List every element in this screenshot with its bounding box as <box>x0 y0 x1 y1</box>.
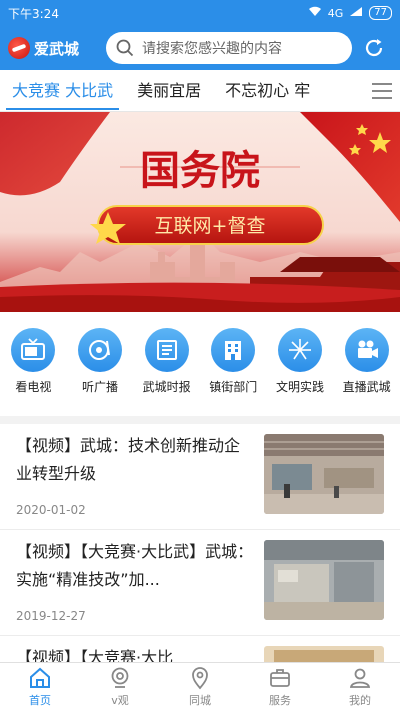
grid-item-civilization[interactable]: 文明实践 <box>269 328 331 416</box>
banner-subtitle: 互联网+督查 <box>155 215 266 237</box>
banner-image: 国务院 互联网+督查 <box>0 112 400 312</box>
news-item[interactable]: 【视频】【大竞赛·大比武】武城：实施“精准技改”加... 2019-12-27 <box>0 530 400 636</box>
nav-label: 服务 <box>269 694 291 707</box>
grid-label: 看电视 <box>15 380 52 394</box>
status-time: 下午3:24 <box>8 6 59 21</box>
news-title: 【视频】武城：技术创新推动企业转型升级 <box>16 436 241 483</box>
tab-original-aspiration[interactable]: 不忘初心 牢 <box>213 70 322 111</box>
nav-home[interactable]: 首页 <box>0 663 80 711</box>
nav-label: 首页 <box>29 694 51 707</box>
nav-v-view[interactable]: v观 <box>80 663 160 711</box>
news-title: 【视频】【大竞赛·大比武】武城：实施“精准技改”加... <box>16 542 254 589</box>
tab-competition[interactable]: 大竞赛 大比武 <box>0 70 125 111</box>
radio-icon <box>77 328 122 372</box>
news-thumbnail <box>264 434 384 514</box>
signal-icon <box>349 6 363 20</box>
grid-item-live[interactable]: 直播武城 <box>336 328 398 416</box>
bottom-nav: 首页 v观 同城 服务 我的 <box>0 662 400 711</box>
nav-local[interactable]: 同城 <box>160 663 240 711</box>
home-icon <box>30 667 50 688</box>
banner-carousel[interactable]: 国务院 互联网+督查 <box>0 112 400 312</box>
refresh-icon <box>365 39 383 57</box>
location-pin-icon <box>192 667 208 690</box>
grid-label: 镇街部门 <box>209 380 258 394</box>
news-thumbnail <box>264 540 384 620</box>
grid-label: 武城时报 <box>142 380 191 394</box>
nav-services[interactable]: 服务 <box>240 663 320 711</box>
nav-label: v观 <box>111 694 129 707</box>
search-icon <box>116 39 134 57</box>
grid-label: 直播武城 <box>342 380 391 394</box>
battery-icon: 77 <box>369 6 392 20</box>
news-item[interactable]: 【视频】【大竞赛·大比 <box>0 636 400 662</box>
logo-icon <box>8 37 30 59</box>
nav-label: 同城 <box>189 694 211 707</box>
wifi-icon <box>308 6 322 20</box>
banner-title: 国务院 <box>140 147 260 194</box>
news-date: 2019-12-27 <box>16 609 86 623</box>
channel-tabs: 大竞赛 大比武 美丽宜居 不忘初心 牢 <box>0 70 400 112</box>
briefcase-icon <box>270 669 290 687</box>
tv-icon <box>11 328 56 372</box>
nav-label: 我的 <box>349 694 371 707</box>
channel-menu-button[interactable] <box>364 70 400 111</box>
firework-icon <box>277 328 322 372</box>
quick-links-grid: 看电视 听广播 武城时报 镇街部门 文明实践 直播武城 <box>0 312 400 416</box>
top-header: 爱武城 请搜索您感兴趣的内容 <box>0 26 400 70</box>
search-input[interactable]: 请搜索您感兴趣的内容 <box>106 32 352 64</box>
status-icons: 4G 77 <box>308 6 392 20</box>
newspaper-icon <box>144 328 189 372</box>
logo-text: 爱武城 <box>34 39 80 58</box>
grid-label: 听广播 <box>81 380 118 394</box>
nav-me[interactable]: 我的 <box>320 663 400 711</box>
grid-item-newspaper[interactable]: 武城时报 <box>136 328 198 416</box>
grid-item-departments[interactable]: 镇街部门 <box>202 328 264 416</box>
video-camera-icon <box>344 328 389 372</box>
news-title: 【视频】【大竞赛·大比 <box>16 648 174 662</box>
building-icon <box>211 328 256 372</box>
status-bar: 下午3:24 4G 77 <box>0 0 400 26</box>
news-list: 【视频】武城：技术创新推动企业转型升级 2020-01-02 【视频】【大竞赛·… <box>0 424 400 662</box>
news-date: 2020-01-02 <box>16 503 86 517</box>
grid-item-tv[interactable]: 看电视 <box>2 328 64 416</box>
grid-item-radio[interactable]: 听广播 <box>69 328 131 416</box>
news-item[interactable]: 【视频】武城：技术创新推动企业转型升级 2020-01-02 <box>0 424 400 530</box>
signal-label: 4G <box>327 6 344 20</box>
search-placeholder: 请搜索您感兴趣的内容 <box>142 41 282 57</box>
camera-eye-icon <box>111 667 129 688</box>
menu-icon <box>372 83 392 85</box>
tab-beautiful-livable[interactable]: 美丽宜居 <box>125 70 213 111</box>
app-logo: 爱武城 <box>8 37 98 59</box>
refresh-button[interactable] <box>356 30 392 66</box>
user-icon <box>349 668 371 688</box>
news-thumbnail <box>264 646 384 662</box>
grid-label: 文明实践 <box>275 380 324 394</box>
